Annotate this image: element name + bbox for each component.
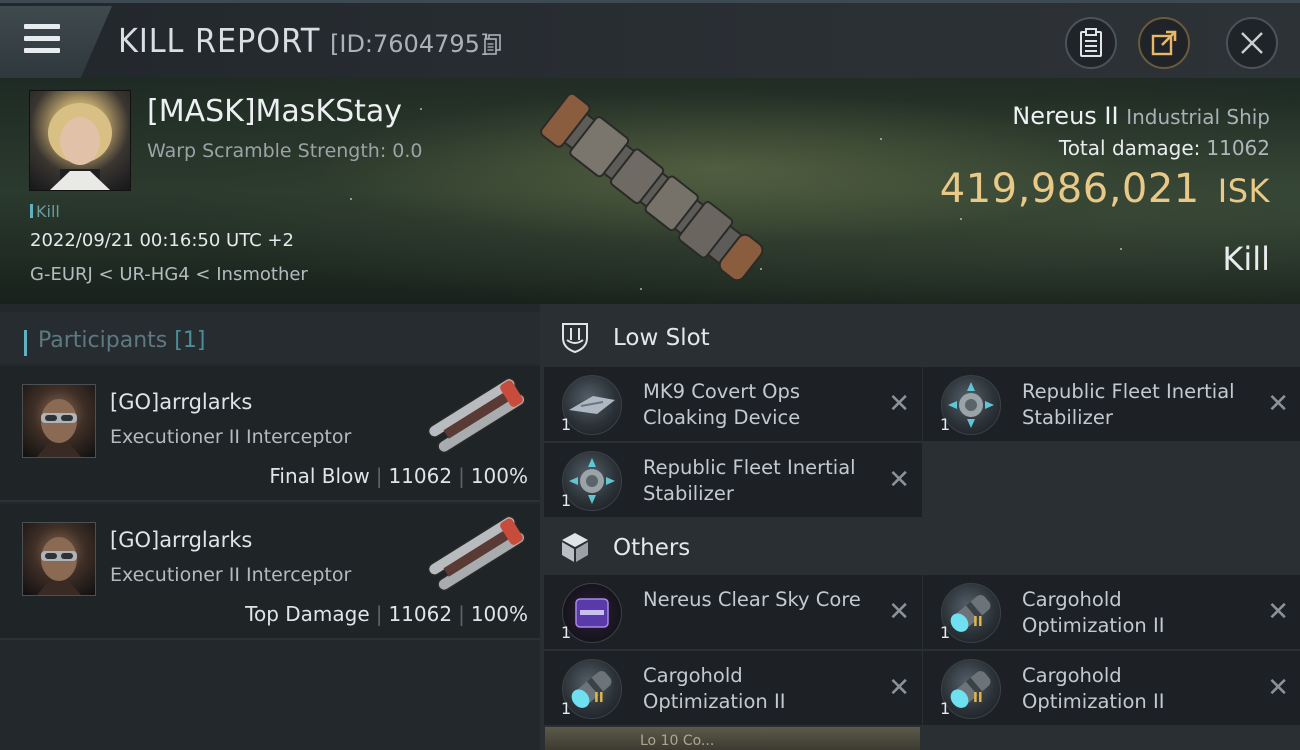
cube-icon xyxy=(562,533,588,562)
fitting-panel: Low Slot 1 MK9 Covert Ops Cloaking Devic… xyxy=(540,304,1300,750)
victim-panel: [MASK]MasKStay Warp Scramble Strength: 0… xyxy=(0,78,1300,304)
participant-role: Top Damage xyxy=(245,602,370,626)
module-item[interactable]: II 1 Cargohold Optimization II ✕ xyxy=(544,651,922,725)
module-name: Cargohold Optimization II xyxy=(1022,588,1165,637)
module-quantity: 1 xyxy=(940,623,951,642)
module-name: Cargohold Optimization II xyxy=(1022,664,1165,713)
victim-ship-name: Nereus II xyxy=(1012,102,1119,130)
page-title: KILL REPORT xyxy=(118,21,321,60)
participant-ship-image[interactable] xyxy=(420,374,535,454)
kill-location[interactable]: G-EURJ < UR-HG4 < Insmother xyxy=(30,264,308,285)
partially-visible-module-name: Lo 10 Co... xyxy=(640,733,715,749)
participant-stats: Final Blow | 11062 | 100% xyxy=(269,464,528,488)
kill-datetime: 2022/09/21 00:16:50 UTC +2 xyxy=(30,230,294,251)
module-quantity: 1 xyxy=(561,623,572,642)
participants-header: Participants [1] xyxy=(0,312,540,364)
participant-stats: Top Damage | 11062 | 100% xyxy=(245,602,528,626)
others-header: Others xyxy=(540,516,1300,578)
isk-unit: ISK xyxy=(1217,172,1270,210)
participant-damage: 11062 xyxy=(388,464,453,488)
remove-icon[interactable]: ✕ xyxy=(1267,673,1289,703)
victim-ship-image[interactable] xyxy=(525,84,785,294)
kill-tag-label: Kill xyxy=(36,202,60,221)
remove-icon[interactable]: ✕ xyxy=(1267,389,1289,419)
participant-ship: Executioner II Interceptor xyxy=(110,564,352,586)
module-quantity: 1 xyxy=(561,491,572,510)
isk-amount: 419,986,021 xyxy=(939,166,1200,212)
module-quantity: 1 xyxy=(940,699,951,718)
participant-name[interactable]: [GO]arrglarks xyxy=(110,528,252,552)
low-slot-title: Low Slot xyxy=(613,325,710,351)
participant-role: Final Blow xyxy=(269,464,370,488)
clipboard-icon xyxy=(1080,28,1102,57)
kill-tag: Kill xyxy=(30,202,60,221)
warp-scramble-strength: Warp Scramble Strength: 0.0 xyxy=(147,140,423,162)
share-icon xyxy=(1151,30,1177,56)
participants-title: Participants [1] xyxy=(38,328,206,353)
clipboard-button[interactable] xyxy=(1065,17,1117,69)
module-item[interactable]: 1 Nereus Clear Sky Core ✕ xyxy=(544,575,922,649)
low-slot-header: Low Slot xyxy=(540,306,1300,368)
participant-damage: 11062 xyxy=(388,602,453,626)
close-icon xyxy=(1241,32,1263,54)
module-item[interactable]: 1 MK9 Covert Ops Cloaking Device ✕ xyxy=(544,367,922,441)
total-damage: Total damage: 11062 xyxy=(1059,136,1270,160)
victim-avatar[interactable] xyxy=(29,90,131,191)
module-item[interactable]: 1 Republic Fleet Inertial Stabilizer ✕ xyxy=(923,367,1300,441)
remove-icon[interactable]: ✕ xyxy=(888,389,910,419)
victim-ship[interactable]: Nereus II Industrial Ship xyxy=(1012,102,1270,130)
participant-name[interactable]: [GO]arrglarks xyxy=(110,390,252,414)
module-quantity: 1 xyxy=(561,699,572,718)
module-name: Republic Fleet Inertial Stabilizer xyxy=(643,456,856,505)
participant-percent: 100% xyxy=(470,464,528,488)
remove-icon[interactable]: ✕ xyxy=(888,673,910,703)
report-id: [ID:7604795] xyxy=(330,30,490,58)
victim-ship-class: Industrial Ship xyxy=(1126,105,1270,129)
module-item[interactable]: II 1 Cargohold Optimization II ✕ xyxy=(923,651,1300,725)
participants-count: [1] xyxy=(174,328,206,353)
module-item[interactable]: 1 Republic Fleet Inertial Stabilizer ✕ xyxy=(544,443,922,517)
module-name: Cargohold Optimization II xyxy=(643,664,786,713)
remove-icon[interactable]: ✕ xyxy=(888,465,910,495)
total-damage-value: 11062 xyxy=(1206,136,1270,160)
isk-value: 419,986,021 ISK xyxy=(940,166,1270,212)
module-name: Republic Fleet Inertial Stabilizer xyxy=(1022,380,1235,429)
participant-ship: Executioner II Interceptor xyxy=(110,426,352,448)
participant-avatar[interactable] xyxy=(22,522,96,596)
module-quantity: 1 xyxy=(940,415,951,434)
menu-icon[interactable] xyxy=(24,24,60,54)
low-slot-icon xyxy=(562,323,588,354)
module-quantity: 1 xyxy=(561,415,572,434)
participant-ship-image[interactable] xyxy=(420,512,535,592)
tech-two-badge: II xyxy=(973,691,983,706)
close-button[interactable] xyxy=(1226,17,1278,69)
participant-percent: 100% xyxy=(470,602,528,626)
remove-icon[interactable]: ✕ xyxy=(1267,597,1289,627)
participant-avatar[interactable] xyxy=(22,384,96,458)
remove-icon[interactable]: ✕ xyxy=(888,597,910,627)
copy-icon[interactable] xyxy=(484,34,502,56)
top-bar: KILL REPORT [ID:7604795] xyxy=(0,0,1300,78)
kill-tag-bar-icon xyxy=(30,204,33,218)
tech-two-badge: II xyxy=(973,615,983,630)
tech-two-badge: II xyxy=(594,691,604,706)
total-damage-label: Total damage: xyxy=(1058,136,1201,160)
participants-panel: Participants [1] [GO]arrglarks Execution… xyxy=(0,304,540,750)
module-name: Nereus Clear Sky Core xyxy=(643,588,861,611)
menu-button[interactable] xyxy=(0,6,112,78)
module-item[interactable]: II 1 Cargohold Optimization II ✕ xyxy=(923,575,1300,649)
share-button[interactable] xyxy=(1138,17,1190,69)
participant-card[interactable]: [GO]arrglarks Executioner II Interceptor… xyxy=(0,504,540,640)
module-name: MK9 Covert Ops Cloaking Device xyxy=(643,380,801,429)
partially-visible-module[interactable]: Lo 10 Co... xyxy=(545,727,920,750)
kill-result: Kill xyxy=(1222,240,1270,278)
victim-pilot-name[interactable]: [MASK]MasKStay xyxy=(147,94,402,129)
others-title: Others xyxy=(613,535,691,561)
participant-card[interactable]: [GO]arrglarks Executioner II Interceptor… xyxy=(0,366,540,502)
